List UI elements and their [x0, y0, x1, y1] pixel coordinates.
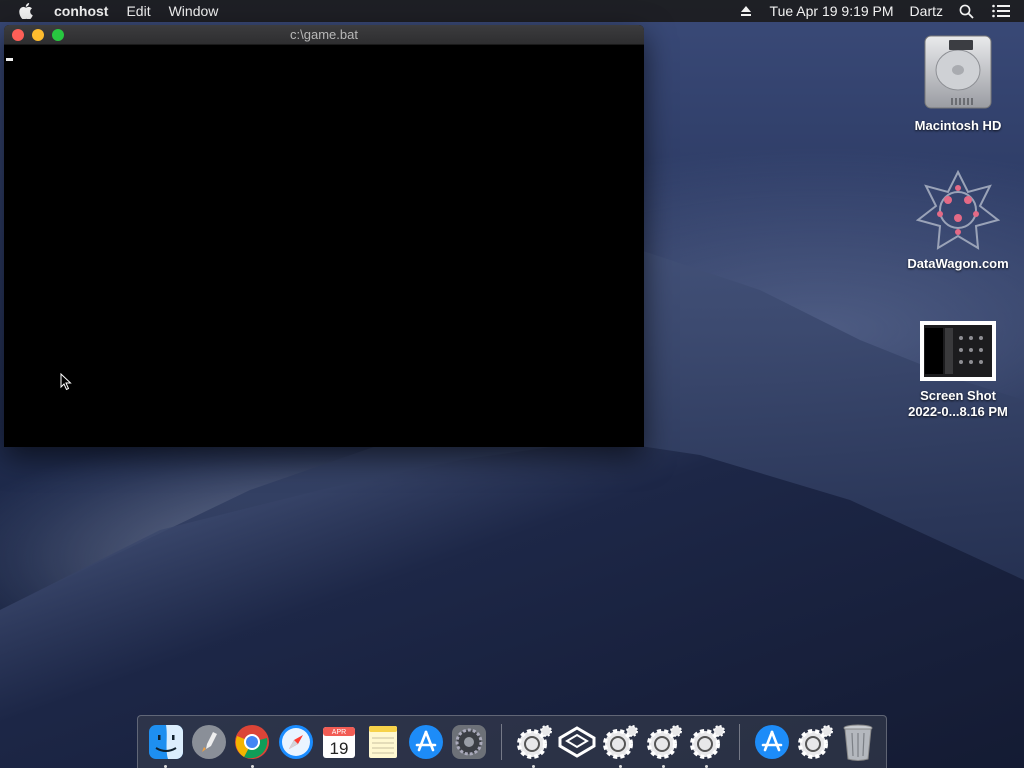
system-preferences-icon — [452, 725, 487, 759]
menu-window[interactable]: Window — [169, 3, 219, 19]
dock-gear-app-5[interactable] — [793, 720, 836, 764]
close-window-button[interactable] — [12, 28, 24, 41]
minimize-window-button[interactable] — [32, 28, 44, 41]
desktop-icon-label: Screen Shot — [920, 388, 996, 403]
screenshot-thumbnail-icon — [920, 321, 996, 381]
eject-icon[interactable] — [740, 5, 752, 17]
app-menu-conhost[interactable]: conhost — [54, 3, 108, 19]
console-output-area[interactable] — [4, 45, 644, 447]
trash-icon — [843, 724, 873, 761]
dock-gear-app-1[interactable] — [512, 720, 555, 768]
gear-app-icon — [797, 725, 833, 759]
window-title: c:\game.bat — [290, 27, 358, 42]
cube-app-icon — [558, 726, 596, 758]
dock-calendar[interactable]: APR 19 — [318, 720, 361, 764]
calendar-icon: APR 19 — [323, 727, 356, 758]
dock-notes[interactable] — [361, 720, 404, 764]
spotlight-search-icon[interactable] — [959, 4, 974, 19]
hard-drive-icon — [924, 35, 992, 109]
app-store-icon — [754, 725, 789, 759]
text-cursor — [6, 58, 13, 61]
menu-clock[interactable]: Tue Apr 19 9:19 PM — [770, 3, 894, 19]
dock-system-preferences[interactable] — [448, 720, 491, 764]
dock-launchpad[interactable] — [187, 720, 230, 764]
console-window[interactable]: c:\game.bat — [4, 25, 644, 447]
menu-edit[interactable]: Edit — [126, 3, 150, 19]
gear-app-icon — [690, 725, 726, 759]
calendar-day: 19 — [330, 739, 349, 758]
desktop-icon-label-line2: 2022-0...8.16 PM — [908, 404, 1008, 419]
dock-cube-app[interactable] — [555, 720, 598, 764]
mouse-pointer-icon — [60, 372, 72, 396]
dock-finder[interactable] — [144, 720, 187, 768]
gear-app-icon — [603, 725, 639, 759]
safari-icon — [278, 725, 313, 759]
datawagon-logo-icon — [916, 170, 1000, 250]
dock-app-store[interactable] — [404, 720, 447, 764]
chrome-icon — [235, 725, 270, 759]
gear-app-icon — [646, 725, 682, 759]
dock-gear-app-4[interactable] — [685, 720, 728, 768]
notes-icon — [368, 726, 397, 758]
dock-gear-app-2[interactable] — [599, 720, 642, 768]
finder-icon — [148, 725, 183, 759]
menu-user[interactable]: Dartz — [910, 3, 943, 19]
zoom-window-button[interactable] — [52, 28, 64, 41]
app-store-icon — [408, 725, 443, 759]
dock-separator — [501, 724, 502, 760]
apple-menu-icon[interactable] — [18, 3, 34, 19]
dock-separator — [738, 724, 740, 760]
desktop-icon-datawagon[interactable]: DataWagon.com — [898, 170, 1018, 272]
dock-app-store-2[interactable] — [750, 720, 793, 764]
window-titlebar[interactable]: c:\game.bat — [4, 25, 644, 45]
dock-chrome[interactable] — [231, 720, 274, 768]
desktop-icon-label: DataWagon.com — [907, 256, 1009, 271]
calendar-month: APR — [332, 729, 346, 736]
dock-trash[interactable] — [837, 720, 880, 764]
gear-app-icon — [516, 725, 552, 759]
desktop-icon-screenshot[interactable]: Screen Shot 2022-0...8.16 PM — [898, 320, 1018, 420]
desktop-icon-macintosh-hd[interactable]: Macintosh HD — [898, 32, 1018, 134]
dock-gear-app-3[interactable] — [642, 720, 685, 768]
launchpad-icon — [192, 725, 227, 759]
notification-center-icon[interactable] — [992, 4, 1010, 18]
menu-bar: conhost Edit Window Tue Apr 19 9:19 PM D… — [0, 0, 1024, 22]
desktop-icon-label: Macintosh HD — [914, 118, 1002, 133]
dock: APR 19 — [137, 715, 887, 768]
dock-safari[interactable] — [274, 720, 317, 764]
